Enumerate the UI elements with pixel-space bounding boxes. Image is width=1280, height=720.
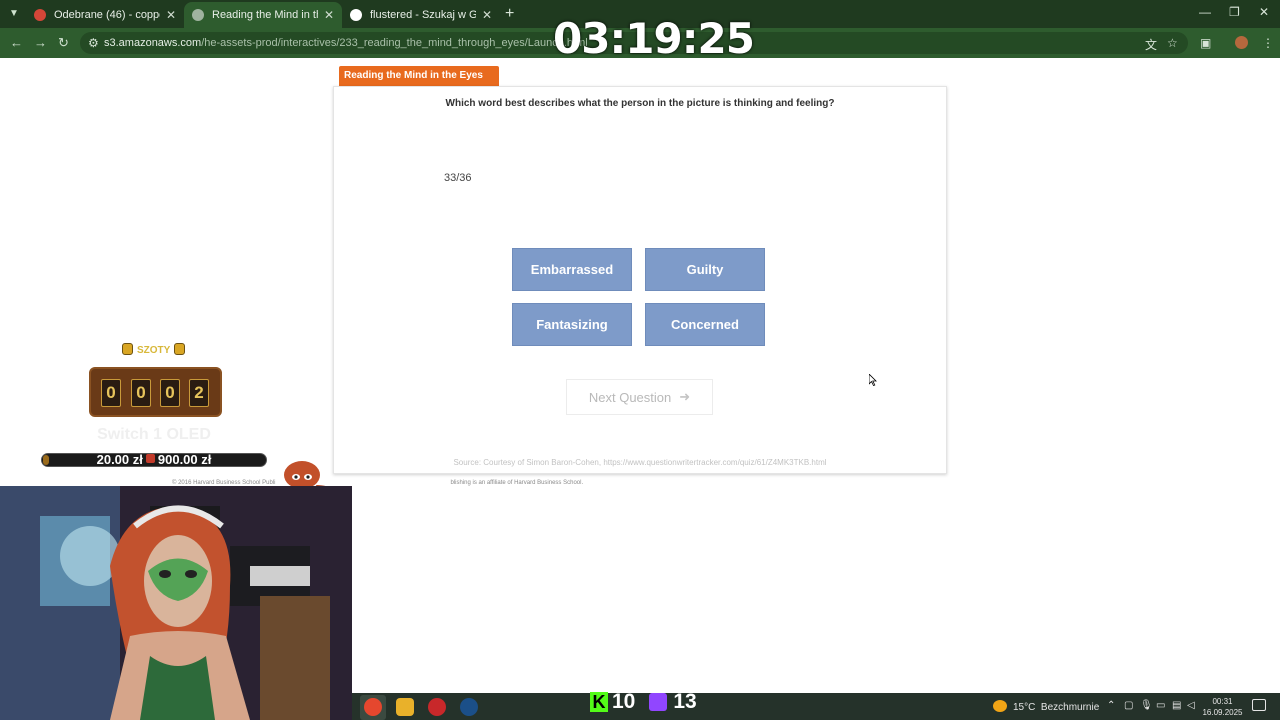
stream-timer: 03:19:25 (553, 14, 755, 63)
system-clock[interactable]: 00:31 16.09.2025 (1200, 696, 1245, 718)
close-tab-icon[interactable]: ✕ (166, 8, 176, 22)
coin-label-text: SZOTY (137, 345, 171, 356)
restore-icon[interactable]: ❐ (1229, 5, 1240, 19)
currency-icon (145, 454, 155, 463)
reload-icon[interactable]: ↻ (58, 35, 69, 51)
close-tab-icon[interactable]: ✕ (324, 8, 334, 22)
choice-concerned-button[interactable]: Concerned (645, 303, 765, 346)
profile-avatar[interactable] (1235, 36, 1248, 49)
gmail-icon (34, 9, 46, 21)
counter-digit: 0 (101, 379, 121, 407)
steam-app-icon[interactable] (460, 698, 478, 716)
tray-chevron-up-icon[interactable]: ⌃ (1107, 700, 1115, 711)
tab-google-search[interactable]: flustered - Szukaj w Google ✕ (342, 2, 500, 28)
weather-widget[interactable]: 15°C Bezchmurnie (993, 700, 1099, 713)
extensions-icon[interactable]: ▣ (1200, 36, 1211, 50)
copyright-right: blishing is an affiliate of Harvard Busi… (450, 480, 584, 486)
shot-counter: 0 0 0 2 (89, 367, 222, 417)
tab-title: Odebrane (46) - copperydiana@ (54, 9, 160, 21)
choice-fantasizing-button[interactable]: Fantasizing (512, 303, 632, 346)
close-tab-icon[interactable]: ✕ (482, 8, 492, 22)
microphone-icon[interactable]: 🎙 (1140, 700, 1153, 711)
source-credit: Source: Courtesy of Simon Baron-Cohen, h… (453, 458, 827, 467)
goal-prize-title: Switch 1 OLED (97, 426, 211, 443)
goal-current: 20.00 zł (96, 452, 143, 467)
twitch-viewer-count: 13 (673, 690, 697, 713)
question-progress: 33/36 (444, 172, 472, 184)
bookmark-star-icon[interactable]: ☆ (1167, 36, 1178, 50)
quiz-card (333, 86, 947, 474)
url-host: s3.amazonaws.com (104, 37, 202, 49)
clock-time: 00:31 (1212, 697, 1233, 706)
tab-search-chevron-icon[interactable]: ▼ (6, 6, 22, 22)
notification-icon[interactable] (1252, 699, 1266, 711)
clock-date: 16.09.2025 (1202, 708, 1243, 717)
tab-title: flustered - Szukaj w Google (370, 9, 476, 21)
quiz-title-tab: Reading the Mind in the Eyes Test (339, 66, 499, 101)
arrow-right-icon: ➜ (679, 389, 691, 404)
google-icon (350, 9, 362, 21)
twitch-icon (649, 693, 668, 711)
volume-icon[interactable]: ◁ (1187, 700, 1195, 711)
chrome-app-icon[interactable] (364, 698, 382, 716)
next-question-label: Next Question (588, 389, 672, 405)
tab-gmail[interactable]: Odebrane (46) - copperydiana@ ✕ (26, 2, 184, 28)
taskbar-app-icon[interactable] (428, 698, 446, 716)
url-text[interactable]: s3.amazonaws.com/he-assets-prod/interact… (104, 37, 588, 49)
tab-reading-mind[interactable]: Reading the Mind in the Eyes Te ✕ (184, 2, 342, 28)
webcam-feed (0, 486, 352, 720)
mouse-cursor-icon (869, 374, 877, 386)
counter-digit: 2 (189, 379, 209, 407)
weather-temp: 15°C (1013, 702, 1036, 713)
counter-digit: 0 (160, 379, 180, 407)
minimize-icon[interactable]: — (1199, 5, 1211, 19)
page-favicon-icon (192, 9, 204, 21)
site-info-icon[interactable]: ⚙ (88, 36, 99, 50)
close-window-icon[interactable]: ✕ (1259, 5, 1269, 19)
forward-icon[interactable]: → (34, 35, 47, 50)
new-tab-icon[interactable]: + (505, 5, 514, 23)
goal-amounts: 20.00 zł 900.00 zł (41, 452, 267, 468)
coin-label: SZOTY (118, 343, 189, 356)
taskbar-app-icon[interactable] (396, 698, 414, 716)
back-icon[interactable]: ← (10, 35, 23, 50)
choice-guilty-button[interactable]: Guilty (645, 248, 765, 291)
url-path: /he-assets-prod/interactives/233_reading… (201, 37, 588, 49)
tray-app-icon[interactable]: ▭ (1156, 700, 1165, 711)
network-icon[interactable]: ▤ (1172, 700, 1181, 711)
weather-sun-icon (993, 700, 1007, 712)
tab-title: Reading the Mind in the Eyes Te (212, 9, 318, 21)
weather-description: Bezchmurnie (1040, 702, 1100, 713)
coin-icon (122, 343, 133, 355)
counter-digit: 0 (131, 379, 151, 407)
next-question-button[interactable]: Next Question ➜ (566, 379, 713, 415)
choice-embarrassed-button[interactable]: Embarrassed (512, 248, 632, 291)
question-text: Which word best describes what the perso… (445, 98, 835, 109)
kick-viewer-count: 10 (612, 690, 636, 713)
tray-app-icon[interactable]: ▢ (1124, 700, 1133, 711)
viewer-counts: K 10 13 (590, 690, 697, 714)
kick-icon: K (590, 692, 608, 712)
goal-target: 900.00 zł (157, 452, 212, 467)
translate-icon[interactable]: 文 (1145, 36, 1157, 53)
coin-icon (174, 343, 186, 355)
menu-kebab-icon[interactable]: ⋮ (1262, 36, 1274, 50)
